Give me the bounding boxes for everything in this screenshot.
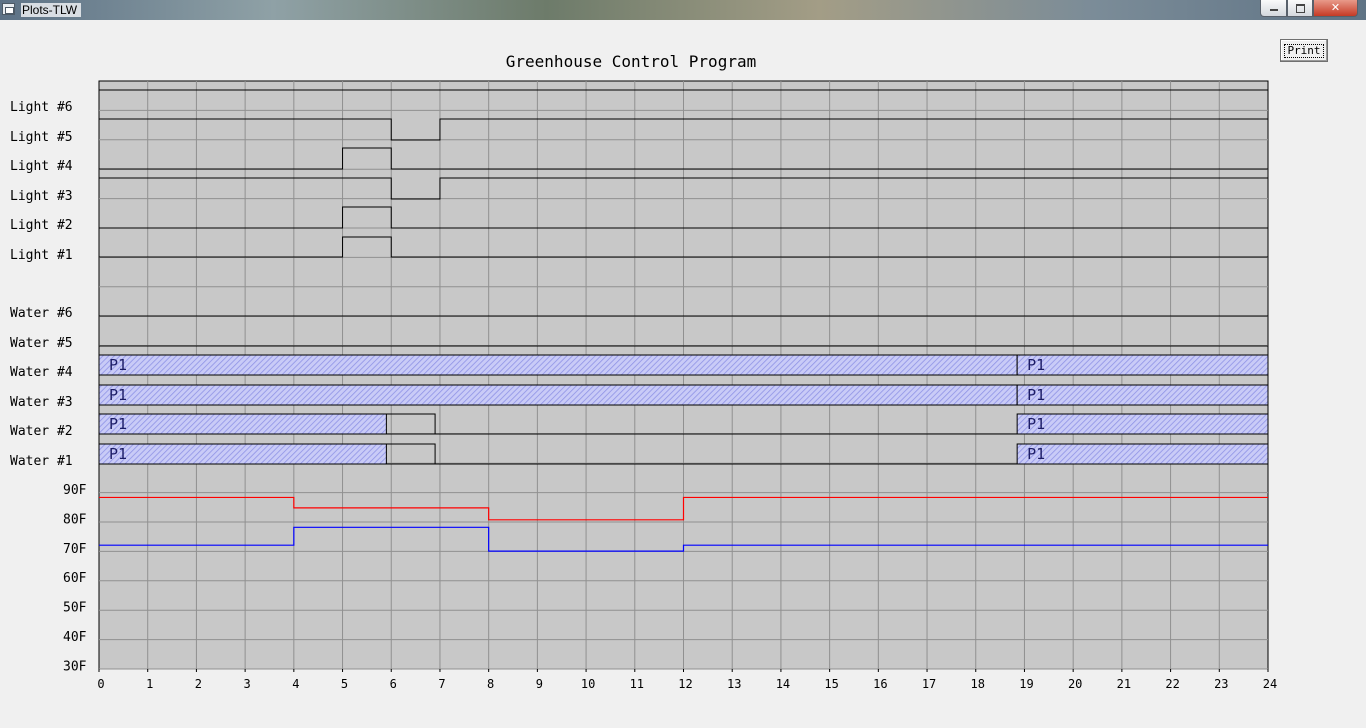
temp-tick-label: 30F [63,659,87,674]
light-channel-label: Light #4 [10,159,73,174]
temp-tick-label: 60F [63,571,87,586]
water-program-label: P1 [109,445,127,463]
water-program-block [1016,354,1269,376]
x-tick-label: 11 [630,677,644,691]
water-program-label: P1 [1027,356,1045,374]
water-program-label: P1 [1027,386,1045,404]
water-channel-label: Water #3 [10,395,73,410]
water-channel-label: Water #5 [10,336,73,351]
x-tick-label: 6 [390,677,397,691]
x-tick-label: 2 [195,677,202,691]
x-tick-label: 12 [678,677,692,691]
x-tick-label: 0 [97,677,104,691]
light-channel-label: Light #6 [10,100,73,115]
x-tick-label: 24 [1263,677,1277,691]
x-tick-label: 1 [146,677,153,691]
x-tick-label: 20 [1068,677,1082,691]
water-program-label: P1 [109,356,127,374]
temp-tick-label: 40F [63,630,87,645]
temp-tick-label: 90F [63,483,87,498]
water-program-block [1016,443,1269,465]
water-program-label: P1 [109,386,127,404]
x-tick-label: 4 [292,677,299,691]
light-channel-label: Light #2 [10,218,73,233]
x-tick-label: 7 [438,677,445,691]
x-tick-label: 18 [971,677,985,691]
plot-title: Greenhouse Control Program [506,52,756,71]
x-tick-label: 19 [1019,677,1033,691]
light-channel-label: Light #3 [10,189,73,204]
x-tick-label: 8 [487,677,494,691]
print-button-label: Print [1284,43,1324,58]
water-program-block [98,384,1018,406]
temp-tick-label: 80F [63,512,87,527]
x-tick-label: 17 [922,677,936,691]
water-program-label: P1 [1027,445,1045,463]
water-program-block [98,443,387,465]
water-program-label: P1 [1027,415,1045,433]
temp-axis-ticks: 90F 80F 70F 60F 50F 40F 30F [63,483,87,674]
x-tick-label: 9 [536,677,543,691]
water-channel-label: Water #6 [10,306,73,321]
greenhouse-plot: Greenhouse Control Program P1 P1 P1 P1 P1 P1 P… [10,52,1277,691]
water-channel-label: Water #2 [10,424,73,439]
water-program-block [1016,384,1269,406]
channel-labels: Light #6 Light #5 Light #4 Light #3 Light #2… [10,100,73,469]
water-program-block [98,413,387,435]
x-tick-label: 13 [727,677,741,691]
x-tick-label: 23 [1214,677,1228,691]
x-tick-label: 5 [341,677,348,691]
x-tick-label: 15 [824,677,838,691]
light-channel-label: Light #5 [10,130,73,145]
x-tick-label: 21 [1117,677,1131,691]
temp-tick-label: 50F [63,601,87,616]
water-channel-label: Water #4 [10,365,73,380]
water-channel-label: Water #1 [10,454,73,469]
water-program-block [1016,413,1269,435]
x-tick-label: 16 [873,677,887,691]
x-axis-ticks: 0 1 2 3 4 5 6 7 8 9 10 11 12 13 14 15 16 17 18 19 20 21 22 23 24 [97,669,1277,691]
light-channel-label: Light #1 [10,248,73,263]
water-program-block [98,354,1018,376]
print-button[interactable]: Print [1280,39,1328,62]
x-tick-label: 22 [1165,677,1179,691]
x-tick-label: 3 [244,677,251,691]
x-tick-label: 10 [581,677,595,691]
temp-tick-label: 70F [63,542,87,557]
x-tick-label: 14 [776,677,790,691]
water-program-label: P1 [109,415,127,433]
